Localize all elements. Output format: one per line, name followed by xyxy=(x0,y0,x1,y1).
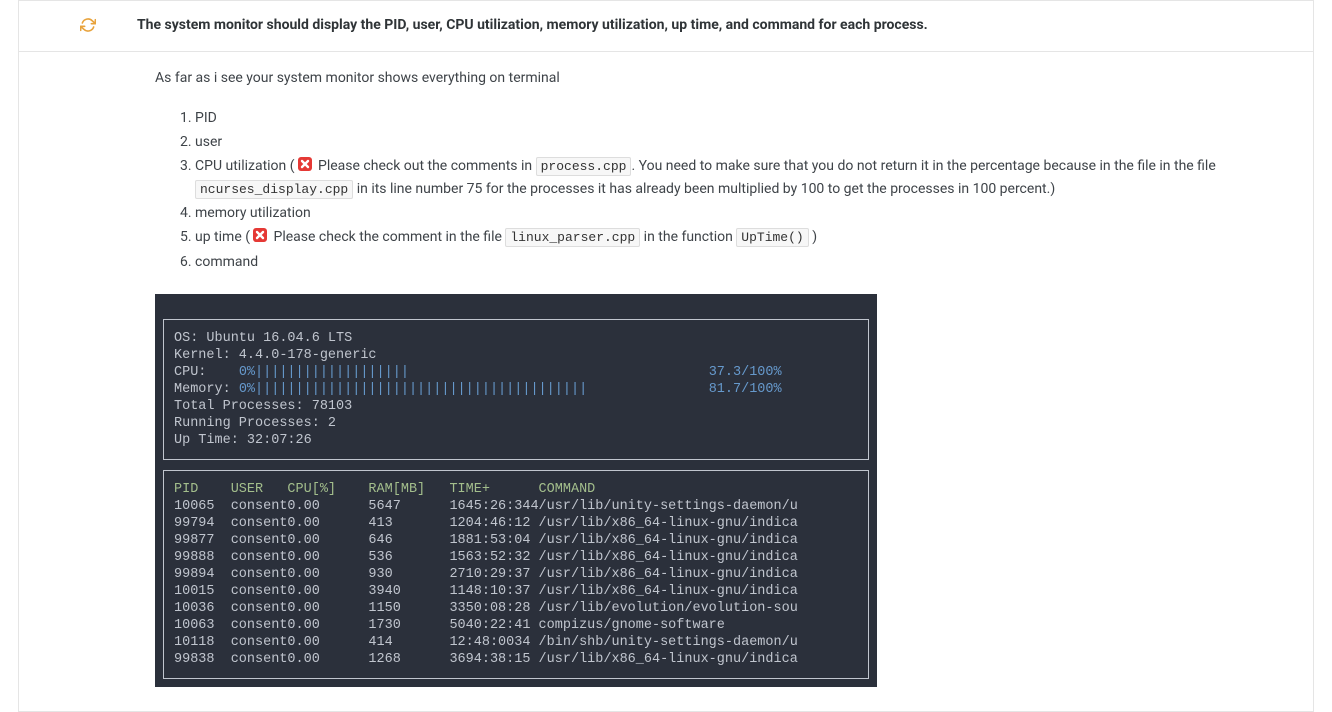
refresh-icon xyxy=(80,17,96,37)
card-header: The system monitor should display the PI… xyxy=(19,1,1313,52)
term-row: 10118 consent0.00 414 12:48:0034 /bin/sh… xyxy=(174,635,798,650)
terminal-process-box: PID USER CPU[%] RAM[MB] TIME+ COMMAND 10… xyxy=(163,470,869,679)
term-label: Memory: xyxy=(174,382,239,397)
term-row: 99794 consent0.00 413 1204:46:12 /usr/li… xyxy=(174,516,798,531)
list-item: CPU utilization ( Please check out the c… xyxy=(195,155,1293,201)
list-text: . You need to make sure that you do not … xyxy=(631,158,1215,174)
cross-mark-icon xyxy=(296,155,314,173)
cross-mark-icon xyxy=(251,226,269,244)
term-line: Kernel: 4.4.0-178-generic xyxy=(174,348,377,363)
term-row: 99894 consent0.00 930 2710:29:37 /usr/li… xyxy=(174,567,798,582)
list-text: ) xyxy=(809,229,817,245)
list-text: CPU utilization ( xyxy=(195,158,295,174)
list-item: up time ( Please check the comment in th… xyxy=(195,226,1293,249)
terminal-screenshot: OS: Ubuntu 16.04.6 LTS Kernel: 4.4.0-178… xyxy=(155,294,877,687)
card-body: As far as i see your system monitor show… xyxy=(19,52,1313,711)
list-item: PID xyxy=(195,107,1293,130)
list-text: up time ( xyxy=(195,229,250,245)
list-item: user xyxy=(195,131,1293,154)
term-row: 10065 consent0.00 5647 1645:26:344/usr/l… xyxy=(174,499,798,514)
list-text: in its line number 75 for the processes … xyxy=(353,181,1055,197)
refresh-icon-col xyxy=(39,15,137,37)
term-line: OS: Ubuntu 16.04.6 LTS xyxy=(174,331,352,346)
term-label: CPU: xyxy=(174,365,239,380)
term-cpu-pct: 37.3/100% xyxy=(709,365,782,380)
term-line: Up Time: 32:07:26 xyxy=(174,433,312,448)
term-line: Running Processes: 2 xyxy=(174,416,336,431)
term-line: Total Processes: 78103 xyxy=(174,399,352,414)
list-text: in the function xyxy=(640,229,736,245)
term-cpu-bar: 0%||||||||||||||||||| xyxy=(239,365,409,380)
term-row: 99888 consent0.00 536 1563:52:32 /usr/li… xyxy=(174,550,798,565)
term-row: 10063 consent0.00 1730 5040:22:41 compiz… xyxy=(174,618,725,633)
code-ref: process.cpp xyxy=(536,157,632,176)
term-row: 10036 consent0.00 1150 3350:08:28 /usr/l… xyxy=(174,601,798,616)
list-text: Please check out the comments in xyxy=(315,158,536,174)
term-mem-bar: 0%||||||||||||||||||||||||||||||||||||||… xyxy=(239,382,587,397)
review-list: PID user CPU utilization ( Please check … xyxy=(155,107,1293,274)
code-ref: UpTime() xyxy=(736,228,808,247)
rubric-title: The system monitor should display the PI… xyxy=(137,15,1293,35)
term-gap xyxy=(409,365,709,380)
term-row: 99838 consent0.00 1268 3694:38:15 /usr/l… xyxy=(174,652,798,667)
term-row: 99877 consent0.00 646 1881:53:04 /usr/li… xyxy=(174,533,798,548)
review-card: The system monitor should display the PI… xyxy=(18,0,1314,712)
term-header-row: PID USER CPU[%] RAM[MB] TIME+ COMMAND xyxy=(174,482,595,497)
term-row: 10015 consent0.00 3940 1148:10:37 /usr/l… xyxy=(174,584,798,599)
terminal-system-box: OS: Ubuntu 16.04.6 LTS Kernel: 4.4.0-178… xyxy=(163,319,869,460)
list-text: Please check the comment in the file xyxy=(270,229,505,245)
code-ref: ncurses_display.cpp xyxy=(195,180,353,199)
list-item: command xyxy=(195,251,1293,274)
intro-text: As far as i see your system monitor show… xyxy=(155,68,1293,89)
list-item: memory utilization xyxy=(195,202,1293,225)
term-gap xyxy=(587,382,709,397)
term-mem-pct: 81.7/100% xyxy=(709,382,782,397)
code-ref: linux_parser.cpp xyxy=(505,228,640,247)
